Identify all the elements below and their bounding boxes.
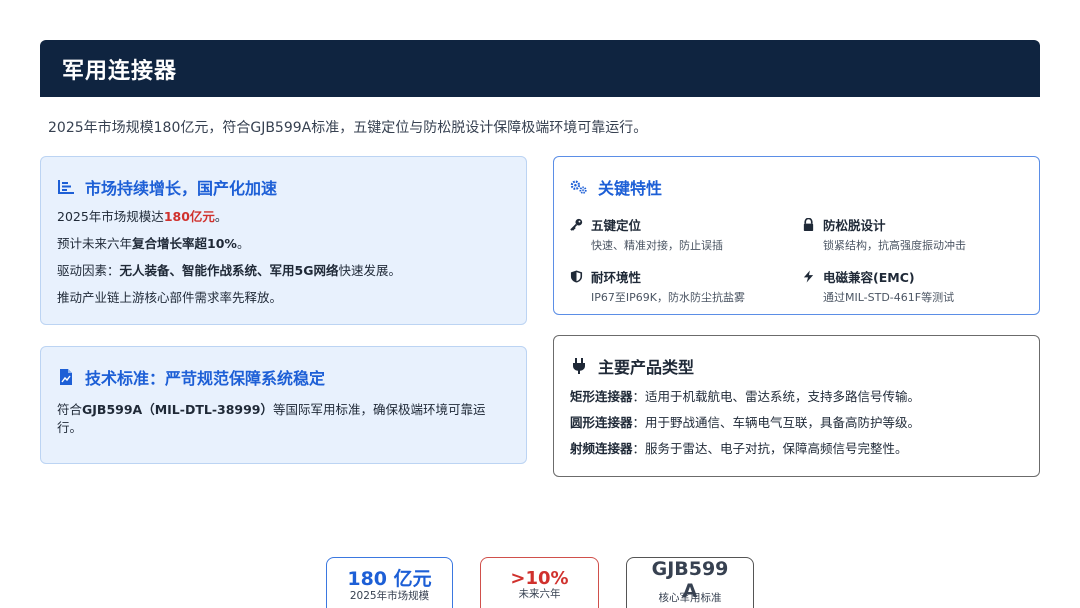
products-card-title: 主要产品类型: [570, 354, 1023, 378]
chart-line-icon: [58, 180, 74, 194]
gears-icon: [570, 180, 587, 194]
stat-label: 2025年市场规模: [349, 590, 430, 602]
stat-standard: GJB599A 核心军用标准: [626, 557, 754, 608]
page-title: 军用连接器: [62, 58, 178, 84]
stat-value: 180 亿元: [347, 568, 432, 590]
market-card-title: 市场持续增长，国产化加速: [57, 175, 510, 199]
stat-label: 未来六年: [518, 588, 561, 600]
standard-card-title: 技术标准：严苛规范保障系统稳定: [57, 365, 510, 389]
features-grid: 五键定位 快速、精准对接，防止误插 防松脱设计 锁紧结构，抗高强度振动冲击 耐环…: [570, 215, 1023, 305]
intro-text: 2025年市场规模180亿元，符合GJB599A标准，五键定位与防松脱设计保障极…: [48, 120, 648, 136]
stat-growth: >10% 未来六年: [480, 557, 599, 608]
products-card: 主要产品类型 矩形连接器：适用于机载航电、雷达系统，支持多路信号传输。 圆形连接…: [553, 335, 1040, 477]
page-header: 军用连接器: [40, 40, 1040, 97]
feature-item: 电磁兼容(EMC) 通过MIL-STD-461F等测试: [802, 267, 1034, 305]
market-line-3: 驱动因素：无人装备、智能作战系统、军用5G网络快速发展。: [57, 263, 401, 278]
feature-item: 耐环境性 IP67至IP69K，防水防尘抗盐雾: [570, 267, 802, 305]
features-card: 关键特性 五键定位 快速、精准对接，防止误插 防松脱设计 锁紧结构，抗高强度振动…: [553, 156, 1040, 315]
standard-text: 符合GJB599A（MIL-DTL-38999）等国际军用标准，确保极端环境可靠…: [57, 402, 486, 435]
feature-item: 防松脱设计 锁紧结构，抗高强度振动冲击: [802, 215, 1034, 253]
stat-market-size: 180 亿元 2025年市场规模: [326, 557, 453, 608]
product-item: 圆形连接器：用于野战通信、车辆电气互联，具备高防护等级。: [570, 415, 921, 430]
key-icon: [570, 218, 583, 231]
feature-item: 五键定位 快速、精准对接，防止误插: [570, 215, 802, 253]
market-line-2: 预计未来六年复合增长率超10%。: [57, 236, 250, 251]
lock-icon: [803, 218, 814, 231]
document-icon: [60, 369, 72, 385]
bolt-icon: [803, 270, 814, 283]
shield-icon: [570, 270, 583, 283]
market-line-1: 2025年市场规模达180亿元。: [57, 209, 228, 224]
product-item: 矩形连接器：适用于机载航电、雷达系统，支持多路信号传输。: [570, 389, 921, 404]
product-item: 射频连接器：服务于雷达、电子对抗，保障高频信号完整性。: [570, 441, 908, 456]
market-line-4: 推动产业链上游核心部件需求率先释放。: [57, 290, 283, 305]
plug-icon: [573, 358, 585, 374]
stat-value: >10%: [510, 568, 569, 589]
standard-card: 技术标准：严苛规范保障系统稳定 符合GJB599A（MIL-DTL-38999）…: [40, 346, 527, 464]
stat-label: 核心军用标准: [658, 592, 722, 604]
market-card: 市场持续增长，国产化加速 2025年市场规模达180亿元。 预计未来六年复合增长…: [40, 156, 527, 325]
features-card-title: 关键特性: [570, 175, 1023, 199]
